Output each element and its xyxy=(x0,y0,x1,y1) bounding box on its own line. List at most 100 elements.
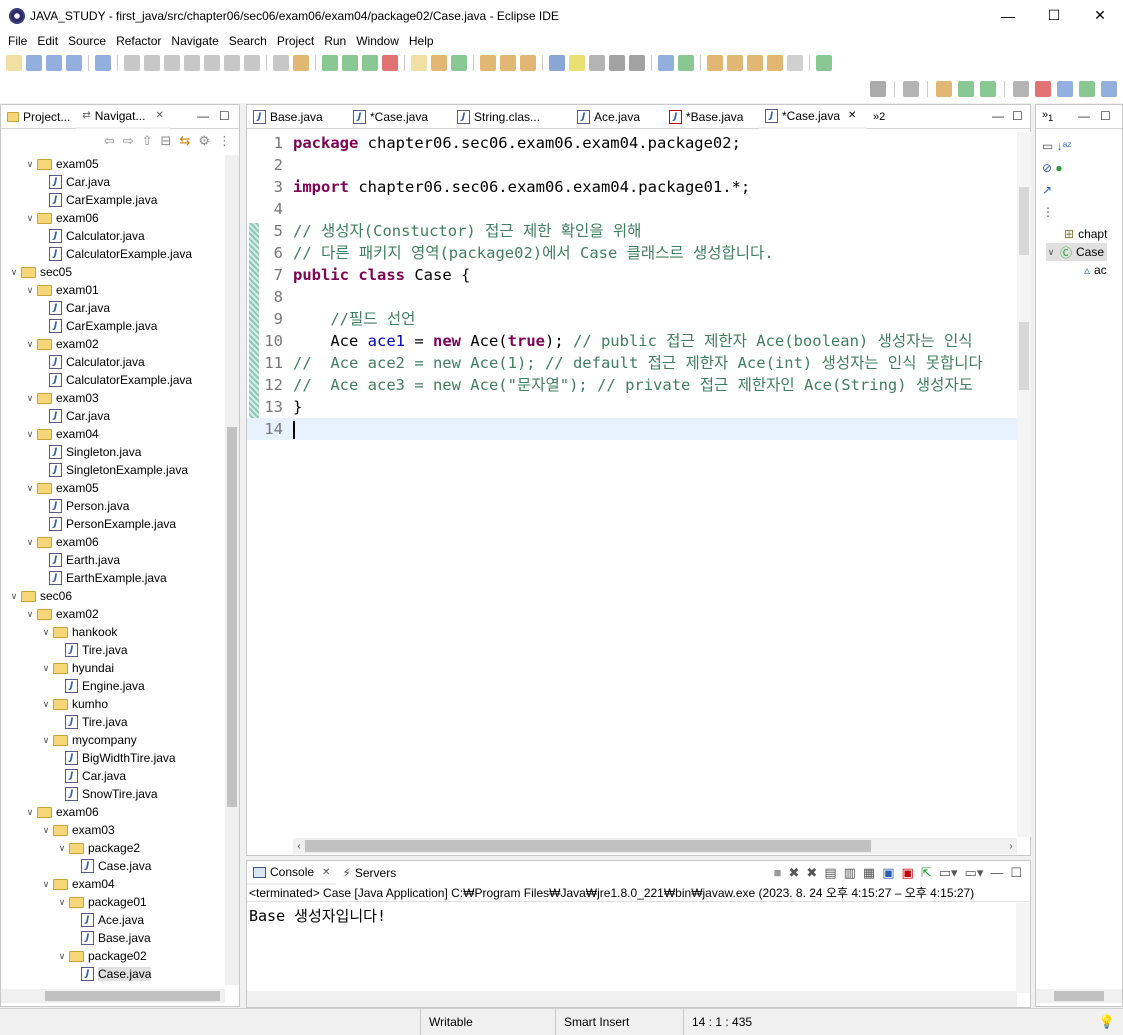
show-stderr-icon[interactable]: ▣ xyxy=(902,865,914,881)
menu-navigate[interactable]: Navigate xyxy=(166,34,223,48)
quick-access-search-icon[interactable] xyxy=(870,81,886,97)
scroll-left-icon[interactable]: ‹ xyxy=(293,841,305,852)
tree-item[interactable]: J Calculator.java xyxy=(1,353,222,371)
code-line[interactable]: 14 xyxy=(247,418,1019,440)
expand-toggle-icon[interactable]: ∨ xyxy=(25,393,35,404)
new-package-icon[interactable] xyxy=(431,55,447,71)
code-line[interactable]: 2 xyxy=(247,154,1019,176)
tree-horizontal-scrollbar[interactable] xyxy=(1,989,225,1003)
menu-window[interactable]: Window xyxy=(351,34,404,48)
tree-item[interactable]: ∨ exam04 xyxy=(1,875,222,893)
expand-toggle-icon[interactable]: ∨ xyxy=(41,879,51,890)
tree-item[interactable]: ∨ exam06 xyxy=(1,209,222,227)
expand-toggle-icon[interactable]: ∨ xyxy=(9,591,19,602)
close-icon[interactable]: ✕ xyxy=(155,110,163,121)
close-window-button[interactable]: ✕ xyxy=(1077,0,1123,31)
code-line[interactable]: 11 // Ace ace2 = new Ace(1); // default 접… xyxy=(247,352,1019,374)
tree-item[interactable]: J Car.java xyxy=(1,173,222,191)
tree-item[interactable]: J Car.java xyxy=(1,407,222,425)
scroll-thumb[interactable] xyxy=(45,991,220,1001)
editor-tab[interactable]: J String.clas... xyxy=(451,105,571,129)
code-line[interactable]: 13} xyxy=(247,396,1019,418)
open-perspective-icon[interactable] xyxy=(903,81,919,97)
expand-toggle-icon[interactable]: ∨ xyxy=(25,285,35,296)
suspend-icon[interactable] xyxy=(144,55,160,71)
terminate-icon[interactable]: ■ xyxy=(774,865,782,881)
editor-horizontal-scrollbar[interactable]: ‹ › xyxy=(293,838,1017,854)
resume-icon[interactable] xyxy=(124,55,140,71)
new-icon[interactable] xyxy=(6,55,22,71)
expand-toggle-icon[interactable]: ∨ xyxy=(9,267,19,278)
menu-search[interactable]: Search xyxy=(224,34,272,48)
open-console-icon[interactable]: ▭▾ xyxy=(965,865,984,881)
tree-item[interactable]: J CalculatorExample.java xyxy=(1,245,222,263)
pin-icon[interactable] xyxy=(678,55,694,71)
expand-toggle-icon[interactable]: ∨ xyxy=(1046,247,1056,258)
hide-fields-icon[interactable]: ▭ xyxy=(1042,139,1053,153)
expand-toggle-icon[interactable]: ∨ xyxy=(41,825,51,836)
expand-toggle-icon[interactable]: ∨ xyxy=(25,483,35,494)
maximize-button[interactable]: ☐ xyxy=(1031,0,1077,31)
menu-source[interactable]: Source xyxy=(63,34,111,48)
tree-item[interactable]: ∨ hyundai xyxy=(1,659,222,677)
tree-item[interactable]: J Tire.java xyxy=(1,641,222,659)
tree-item[interactable]: J Base.java xyxy=(1,929,222,947)
java-perspective-icon[interactable] xyxy=(936,81,952,97)
console-horizontal-scrollbar[interactable] xyxy=(247,991,1017,1007)
view-menu-icon[interactable]: ⋮ xyxy=(1042,205,1054,219)
link-editor-icon[interactable]: ⇆ xyxy=(179,133,190,149)
tree-item[interactable]: ∨ exam06 xyxy=(1,533,222,551)
tree-item[interactable]: ∨ exam01 xyxy=(1,281,222,299)
tree-item[interactable]: J Engine.java xyxy=(1,677,222,695)
tree-item[interactable]: ∨ exam03 xyxy=(1,821,222,839)
menu-refactor[interactable]: Refactor xyxy=(111,34,166,48)
pin-editor-icon[interactable] xyxy=(816,55,832,71)
disconnect-icon[interactable] xyxy=(184,55,200,71)
tree-item[interactable]: J Car.java xyxy=(1,299,222,317)
tree-item[interactable]: ∨ kumho xyxy=(1,695,222,713)
hide-static-icon[interactable]: ⊘ xyxy=(1042,161,1052,175)
tab-servers[interactable]: ⚡ Servers xyxy=(336,861,402,885)
scroll-thumb[interactable] xyxy=(305,840,871,852)
tree-vertical-scrollbar[interactable] xyxy=(225,155,239,985)
coverage-icon[interactable] xyxy=(362,55,378,71)
maximize-panel-icon[interactable]: ☐ xyxy=(1012,109,1023,123)
editor-tab[interactable]: J *Case.java xyxy=(347,105,451,129)
tree-item[interactable]: J Person.java xyxy=(1,497,222,515)
tip-icon[interactable]: 💡 xyxy=(1099,1014,1115,1030)
tree-item[interactable]: ∨ exam02 xyxy=(1,605,222,623)
database-icon[interactable] xyxy=(1057,81,1073,97)
hide-local-types-icon[interactable]: ↗ xyxy=(1042,183,1052,197)
scroll-lock-icon[interactable]: ▥ xyxy=(844,865,856,881)
tab-navigator[interactable]: ⇄ Navigat... ✕ xyxy=(76,104,170,129)
step-over-icon[interactable] xyxy=(224,55,240,71)
maximize-panel-icon[interactable]: ☐ xyxy=(1010,865,1022,881)
tree-item[interactable]: J BigWidthTire.java xyxy=(1,749,222,767)
code-line[interactable]: 10 Ace ace1 = new Ace(true); // public 접… xyxy=(247,330,1019,352)
tree-item[interactable]: ∨ package2 xyxy=(1,839,222,857)
filter-icon[interactable]: ⚙ xyxy=(198,133,210,149)
close-icon[interactable]: ✕ xyxy=(322,867,330,878)
layout-icon[interactable] xyxy=(1013,81,1029,97)
view-menu-icon[interactable]: ⋮ xyxy=(218,133,231,149)
tree-item[interactable]: ∨ package01 xyxy=(1,893,222,911)
expand-toggle-icon[interactable]: ∨ xyxy=(25,807,35,818)
tree-item[interactable]: J Earth.java xyxy=(1,551,222,569)
tree-item[interactable]: ∨ exam06 xyxy=(1,803,222,821)
status-insert-mode[interactable]: Smart Insert xyxy=(555,1009,683,1035)
console-output[interactable]: Base 생성자입니다! xyxy=(247,902,1030,982)
tree-item[interactable]: ∨ package02 xyxy=(1,947,222,965)
up-icon[interactable]: ⇧ xyxy=(142,133,153,149)
skip-breakpoints-icon[interactable] xyxy=(95,55,111,71)
show-stdout-icon[interactable]: ▣ xyxy=(882,865,894,881)
forward-icon[interactable] xyxy=(787,55,803,71)
java-ee-perspective-icon[interactable] xyxy=(980,81,996,97)
clear-console-icon[interactable]: ▤ xyxy=(824,865,836,881)
menu-edit[interactable]: Edit xyxy=(32,34,63,48)
menu-file[interactable]: File xyxy=(3,34,32,48)
maximize-panel-icon[interactable]: ☐ xyxy=(1100,109,1111,123)
team-icon[interactable] xyxy=(1035,81,1051,97)
tree-item[interactable]: J Tire.java xyxy=(1,713,222,731)
editor-tab-overflow[interactable]: »2 xyxy=(867,111,885,123)
tree-item[interactable]: J CalculatorExample.java xyxy=(1,371,222,389)
